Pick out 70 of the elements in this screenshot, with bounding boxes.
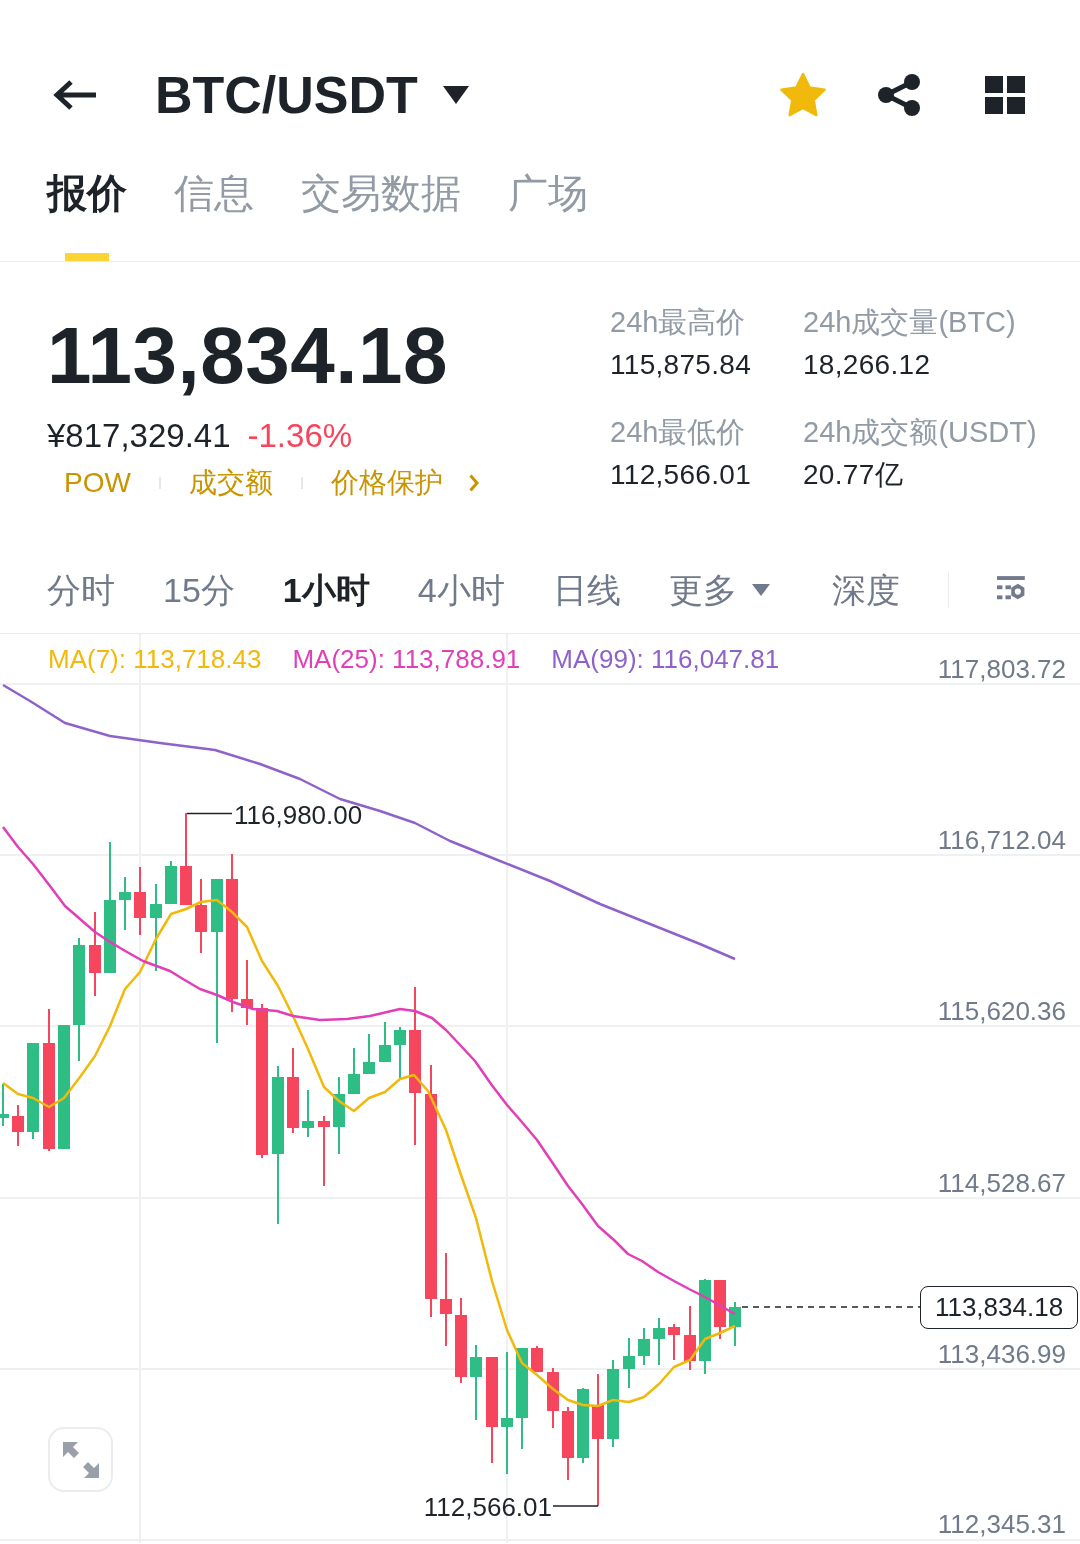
interval-tab[interactable]: 1小时 <box>282 568 370 612</box>
axis-label: 116,712.04 <box>937 825 1066 855</box>
interval-tab[interactable]: 分时 <box>47 568 115 612</box>
indicator-value: MA(99): 116,047.81 <box>551 644 780 674</box>
pair-selector[interactable]: BTC/USDT <box>155 65 469 125</box>
info-tag[interactable]: POW <box>64 465 131 501</box>
back-arrow-icon[interactable] <box>52 80 98 110</box>
candlestick <box>623 1338 635 1388</box>
interval-tab[interactable]: 4小时 <box>417 568 505 612</box>
info-link[interactable]: 价格保护 <box>330 465 479 501</box>
candlestick <box>531 1346 543 1372</box>
chevron-icon <box>468 474 479 492</box>
candlestick <box>638 1328 650 1365</box>
grid-icon[interactable] <box>985 76 1025 114</box>
leader-line <box>552 1505 599 1507</box>
candlestick <box>0 1084 9 1126</box>
axis-label: 113,436.99 <box>937 1339 1066 1369</box>
tab[interactable]: 广场 <box>508 150 588 262</box>
stat-label: 24h最低价 <box>610 415 747 450</box>
candlestick <box>668 1324 680 1360</box>
axis-label: 114,528.67 <box>937 1168 1066 1198</box>
last-price: 113,834.18 <box>47 311 449 401</box>
info-tag[interactable]: 成交额 <box>188 465 273 501</box>
low-price-label: 112,566.01 <box>423 1492 552 1522</box>
stat-value: 115,875.84 <box>610 348 753 382</box>
stat-label: 24h最高价 <box>610 305 747 340</box>
stat-value: 112,566.01 <box>610 458 753 492</box>
indicator-value: MA(7): 113,718.43 <box>48 644 262 674</box>
candlestick <box>302 1090 314 1137</box>
candlestick <box>363 1034 375 1074</box>
candlestick <box>379 1022 391 1062</box>
interval-tab[interactable]: 日线 <box>552 568 621 612</box>
candlestick <box>318 1116 330 1186</box>
stat-label: 24h成交额(USDT) <box>803 415 1037 450</box>
share-icon[interactable] <box>877 74 921 116</box>
candlestick <box>547 1368 559 1428</box>
candlestick <box>134 867 146 935</box>
view-tab[interactable]: 深度 <box>831 568 900 612</box>
price-change: -1.36% <box>247 416 353 456</box>
candlestick <box>12 1105 24 1146</box>
candlestick <box>241 960 253 1025</box>
interval-tab[interactable]: 更多 <box>668 568 770 612</box>
candlestick <box>684 1306 696 1370</box>
stat-label: 24h成交量(BTC) <box>803 305 1017 340</box>
tab[interactable]: 交易数据 <box>301 150 461 262</box>
axis-label: 115,620.36 <box>937 996 1066 1026</box>
candlestick <box>714 1280 726 1339</box>
indicator-value: MA(25): 113,788.91 <box>292 644 521 674</box>
fullscreen-button[interactable] <box>48 1427 113 1492</box>
last-price-label: 113,834.18 <box>920 1286 1078 1329</box>
interval-tab[interactable]: 15分 <box>163 568 235 612</box>
candlestick <box>729 1302 741 1346</box>
candlestick <box>119 877 131 930</box>
candlestick <box>165 861 177 904</box>
candlestick <box>348 1048 360 1094</box>
caret-icon <box>442 86 469 104</box>
tab[interactable]: 信息 <box>174 150 254 262</box>
stat-value: 18,266.12 <box>803 348 932 382</box>
expand-icon <box>62 1441 99 1478</box>
fiat-price: ¥817,329.41 <box>47 416 231 456</box>
high-price-label: 116,980.00 <box>234 800 363 830</box>
tab[interactable]: 报价 <box>47 150 127 262</box>
candlestick <box>653 1318 665 1365</box>
axis-label: 117,803.72 <box>937 654 1066 684</box>
stat-value: 20.77亿 <box>803 458 904 492</box>
star-icon[interactable] <box>780 73 826 117</box>
leader-line <box>186 812 233 815</box>
caret-icon <box>751 584 770 596</box>
axis-label: 112,345.31 <box>937 1509 1066 1539</box>
candlestick <box>394 1027 406 1079</box>
